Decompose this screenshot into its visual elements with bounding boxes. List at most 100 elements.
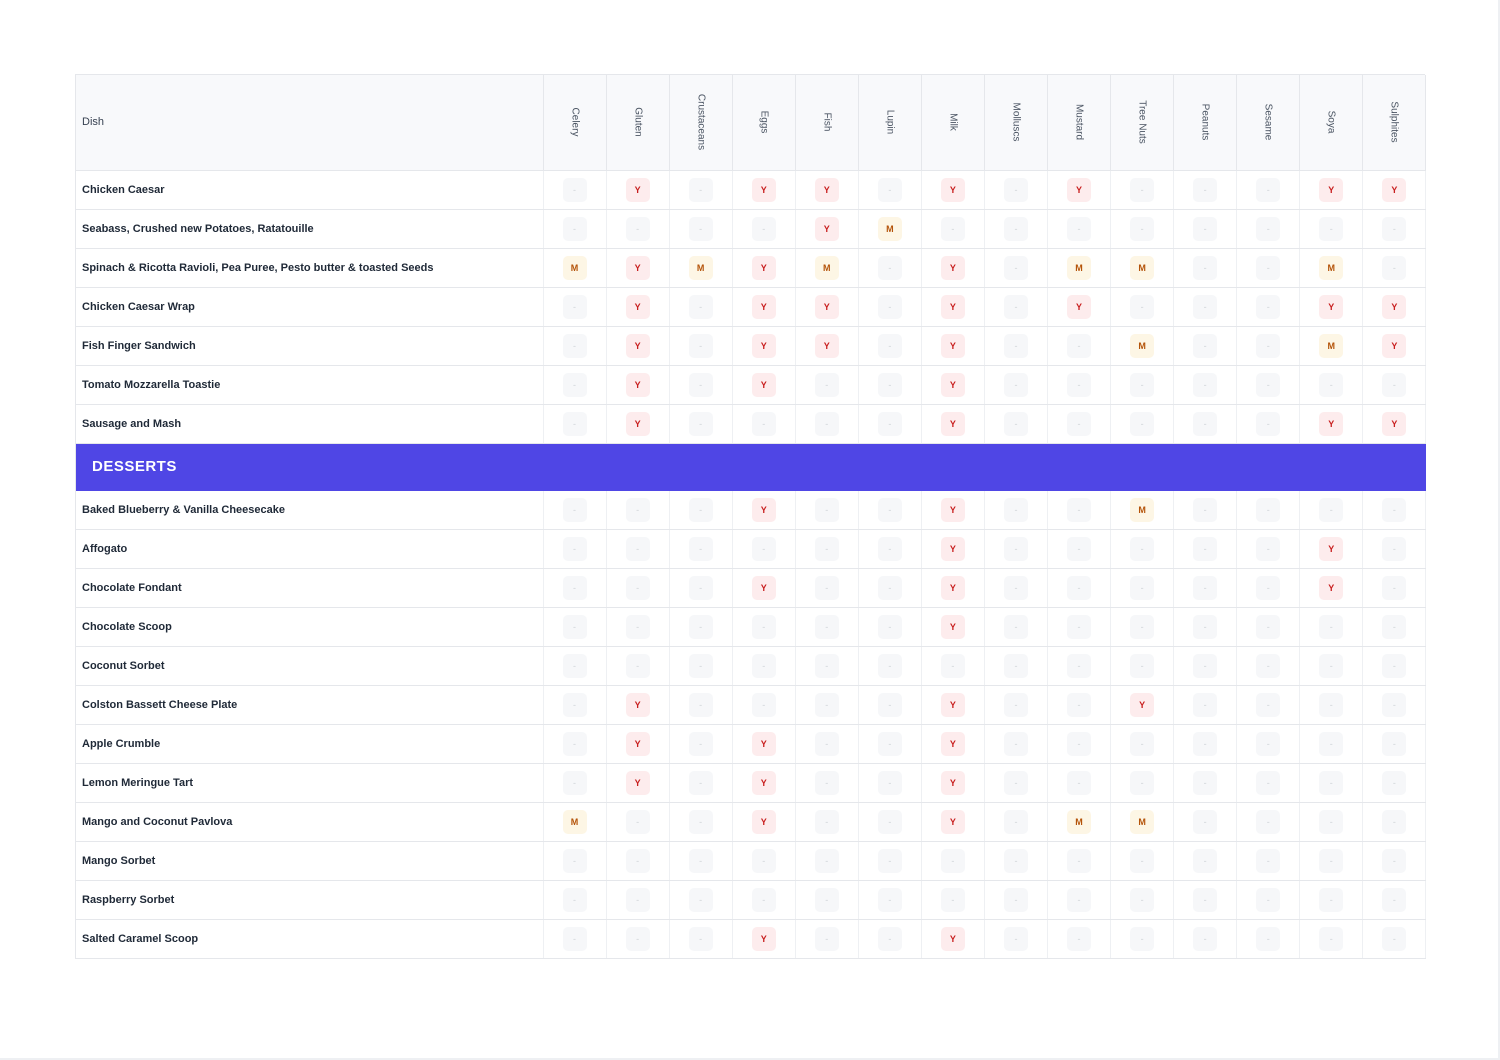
allergen-matrix: Dish Celery Gluten Crustaceans Eggs Fish Lupi…: [75, 74, 1427, 959]
none-badge: -: [751, 216, 776, 241]
allergen-cell: -: [1236, 841, 1301, 881]
none-badge: -: [814, 614, 839, 639]
none-badge: -: [1130, 731, 1155, 756]
allergen-cell: M: [1110, 248, 1175, 288]
allergen-cell: -: [1047, 646, 1112, 686]
allergen-label: Sulphites: [1388, 101, 1400, 143]
allergen-cell: -: [1299, 646, 1364, 686]
allergen-cell: -: [1299, 841, 1364, 881]
none-badge: -: [562, 497, 587, 522]
allergen-cell: -: [858, 607, 922, 647]
none-badge: -: [1003, 926, 1028, 951]
allergen-cell: -: [669, 880, 733, 920]
allergen-cell: Y: [795, 326, 859, 366]
allergen-cell: -: [858, 724, 922, 764]
contains-badge: Y: [1319, 177, 1344, 202]
none-badge: -: [1193, 411, 1218, 436]
allergen-cell: Y: [921, 802, 985, 842]
allergen-cell: -: [984, 490, 1049, 530]
allergen-cell: -: [732, 404, 796, 444]
none-badge: -: [814, 692, 839, 717]
allergen-cell: -: [606, 529, 670, 569]
none-badge: -: [1256, 294, 1281, 319]
contains-badge: Y: [940, 536, 965, 561]
allergen-cell: Y: [921, 404, 985, 444]
allergen-cell: Y: [606, 326, 670, 366]
allergen-cell: Y: [606, 248, 670, 288]
allergen-cell: -: [1047, 209, 1112, 249]
dish-name: Chicken Caesar: [76, 170, 544, 210]
allergen-cell: -: [1110, 880, 1175, 920]
allergen-label: Lupin: [884, 110, 896, 135]
allergen-cell: -: [984, 880, 1049, 920]
none-badge: -: [1319, 770, 1344, 795]
allergen-cell: -: [1047, 404, 1112, 444]
allergen-cell: -: [1173, 326, 1238, 366]
none-badge: -: [877, 926, 902, 951]
allergen-cell: Y: [921, 568, 985, 608]
allergen-cell: -: [1047, 490, 1112, 530]
allergen-cell: -: [1236, 529, 1301, 569]
none-badge: -: [625, 887, 650, 912]
contains-badge: Y: [751, 177, 776, 202]
allergen-cell: Y: [921, 326, 985, 366]
allergen-cell: -: [732, 607, 796, 647]
allergen-cell: Y: [1362, 170, 1427, 210]
allergen-cell: -: [669, 646, 733, 686]
allergen-cell: -: [984, 841, 1049, 881]
may-contain-badge: M: [1067, 255, 1092, 280]
table-row: Chocolate Fondant - - - Y - - Y - - - - - Y -: [76, 568, 1427, 608]
allergen-cell: Y: [1299, 287, 1364, 327]
allergen-cell: M: [1299, 248, 1364, 288]
allergen-cell: Y: [1110, 685, 1175, 725]
allergen-cell: -: [858, 326, 922, 366]
may-contain-badge: M: [1319, 333, 1344, 358]
allergen-cell: -: [858, 685, 922, 725]
none-badge: -: [877, 333, 902, 358]
none-badge: -: [688, 770, 713, 795]
allergen-cell: -: [1110, 404, 1175, 444]
allergen-cell: M: [543, 802, 607, 842]
allergen-cell: Y: [732, 763, 796, 803]
none-badge: -: [625, 575, 650, 600]
table-row: Affogato - - - - - - Y - - - - - Y -: [76, 529, 1427, 569]
allergen-cell: -: [1236, 170, 1301, 210]
none-badge: -: [1319, 372, 1344, 397]
table-row: Mango and Coconut Pavlova M - - Y - - Y - M M - - - -: [76, 802, 1427, 842]
allergen-cell: Y: [921, 287, 985, 327]
none-badge: -: [1319, 216, 1344, 241]
allergen-cell: -: [984, 646, 1049, 686]
allergen-cell: -: [1047, 919, 1112, 959]
allergen-header-peanuts: Peanuts: [1173, 75, 1238, 171]
none-badge: -: [1003, 731, 1028, 756]
none-badge: -: [1382, 770, 1407, 795]
allergen-cell: M: [795, 248, 859, 288]
allergen-cell: -: [732, 685, 796, 725]
allergen-cell: -: [606, 568, 670, 608]
header-row: Dish Celery Gluten Crustaceans Eggs Fish Lupi…: [76, 75, 1427, 171]
none-badge: -: [1382, 497, 1407, 522]
none-badge: -: [877, 536, 902, 561]
allergen-cell: -: [543, 646, 607, 686]
none-badge: -: [877, 497, 902, 522]
allergen-cell: -: [795, 365, 859, 405]
allergen-cell: -: [858, 802, 922, 842]
allergen-cell: -: [1362, 365, 1427, 405]
allergen-cell: -: [858, 880, 922, 920]
allergen-cell: -: [1110, 724, 1175, 764]
none-badge: -: [1256, 848, 1281, 873]
none-badge: -: [562, 887, 587, 912]
allergen-cell: -: [1047, 607, 1112, 647]
allergen-cell: -: [543, 607, 607, 647]
allergen-cell: -: [1362, 490, 1427, 530]
none-badge: -: [1193, 653, 1218, 678]
allergen-cell: -: [1362, 919, 1427, 959]
allergen-label: Gluten: [632, 107, 644, 137]
allergen-cell: Y: [921, 919, 985, 959]
allergen-cell: -: [1110, 607, 1175, 647]
none-badge: -: [1382, 809, 1407, 834]
none-badge: -: [688, 497, 713, 522]
allergen-cell: Y: [921, 365, 985, 405]
allergen-cell: -: [1173, 802, 1238, 842]
contains-badge: Y: [1067, 294, 1092, 319]
